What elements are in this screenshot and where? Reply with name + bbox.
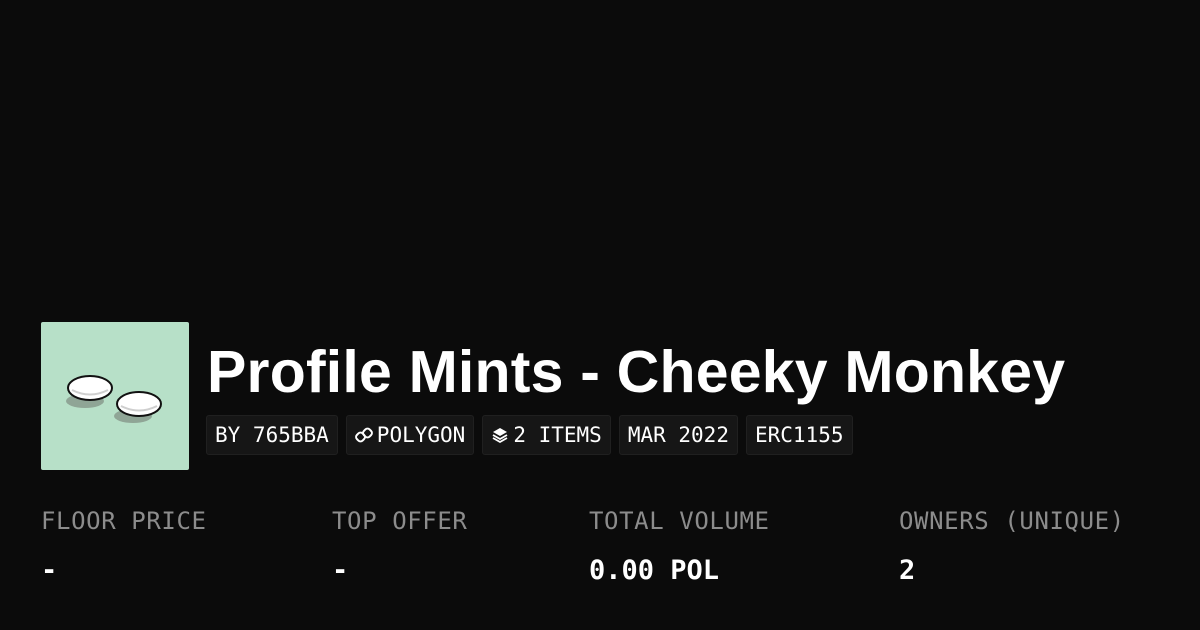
creator-label: BY 765BBA <box>215 423 329 447</box>
stat-owners: OWNERS (UNIQUE) 2 <box>899 505 1125 589</box>
stat-value: 0.00 POL <box>589 555 720 586</box>
link-icon <box>354 426 373 444</box>
stat-value: - <box>332 555 349 586</box>
stat-label: TOTAL VOLUME <box>589 507 770 535</box>
chain-badge[interactable]: POLYGON <box>345 415 475 455</box>
collection-title: Profile Mints - Cheeky Monkey <box>207 339 1066 405</box>
stat-value: 2 <box>899 555 916 586</box>
stat-label: FLOOR PRICE <box>41 507 207 535</box>
collection-badges: BY 765BBA POLYGON 2 ITEMS MAR 2022 ERC11… <box>206 415 853 455</box>
creator-badge[interactable]: BY 765BBA <box>206 415 338 455</box>
collection-card: Profile Mints - Cheeky Monkey BY 765BBA … <box>0 0 1200 630</box>
items-badge[interactable]: 2 ITEMS <box>482 415 611 455</box>
stat-label: OWNERS (UNIQUE) <box>899 507 1125 535</box>
collection-thumbnail[interactable] <box>41 322 189 470</box>
stat-value: - <box>41 555 58 586</box>
chain-label: POLYGON <box>376 423 466 447</box>
stat-top-offer: TOP OFFER - <box>332 505 467 589</box>
items-label: 2 ITEMS <box>513 423 602 447</box>
standard-label: ERC1155 <box>754 423 844 447</box>
date-label: MAR 2022 <box>627 423 729 447</box>
date-badge: MAR 2022 <box>618 415 738 455</box>
layers-icon <box>491 426 509 444</box>
stat-label: TOP OFFER <box>332 507 468 535</box>
stat-floor-price: FLOOR PRICE - <box>41 505 207 589</box>
collection-image <box>41 322 189 470</box>
stat-total-volume: TOTAL VOLUME 0.00 POL <box>589 505 770 589</box>
standard-badge: ERC1155 <box>745 415 853 455</box>
